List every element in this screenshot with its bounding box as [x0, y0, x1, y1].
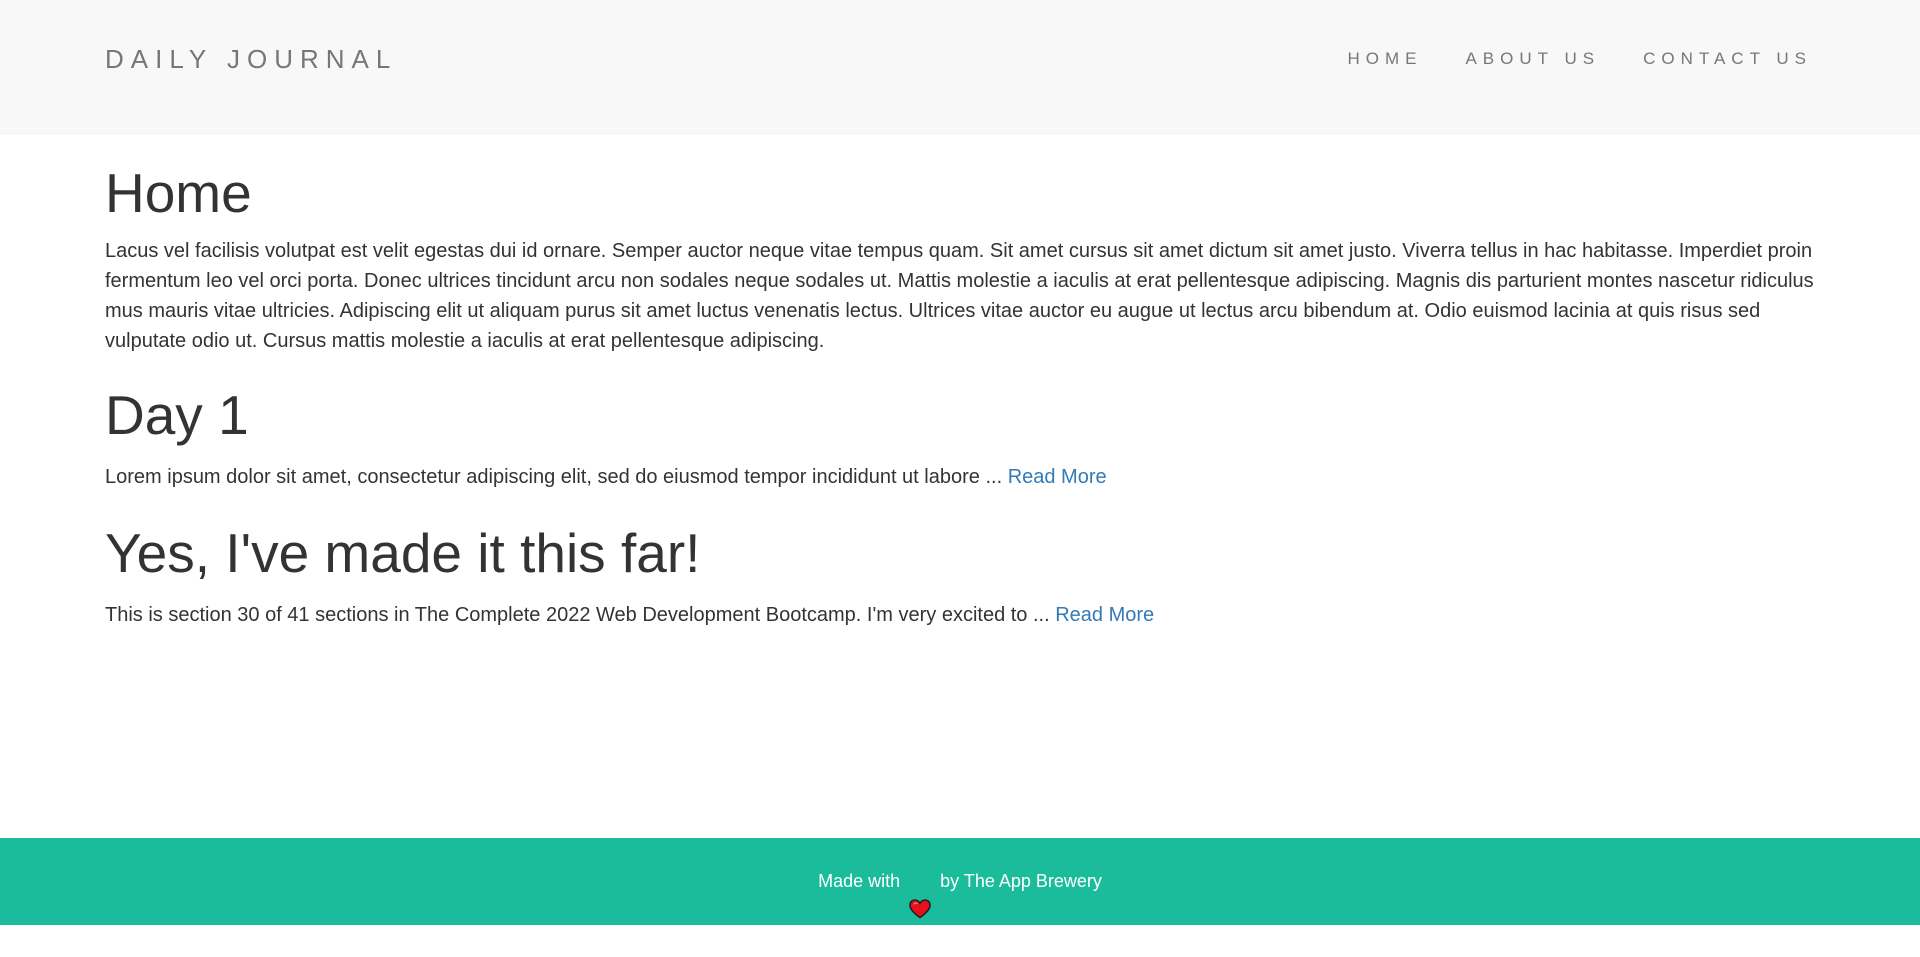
post-excerpt-paragraph: Lorem ipsum dolor sit amet, consectetur …: [105, 462, 1817, 492]
post-title: Yes, I've made it this far!: [105, 522, 701, 584]
brand-logo-link[interactable]: DAILY JOURNAL: [105, 44, 397, 74]
nav-item-about: ABOUT US: [1422, 48, 1600, 70]
post-excerpt: Lorem ipsum dolor sit amet, consectetur …: [105, 466, 1003, 488]
post-excerpt: This is section 30 of 41 sections in The…: [105, 604, 1050, 626]
footer-by-brewery: by The App Brewery: [940, 871, 1102, 891]
home-section: Home Lacus vel facilisis volutpat est ve…: [105, 160, 1817, 356]
page-title: Home: [105, 162, 252, 224]
nav-link-home[interactable]: HOME: [1347, 48, 1422, 70]
nav-link-about-us[interactable]: ABOUT US: [1465, 48, 1600, 70]
post-title: Day 1: [105, 384, 249, 446]
footer-made-with: Made with: [818, 871, 901, 891]
home-content: Lacus vel facilisis volutpat est velit e…: [105, 240, 1814, 352]
read-more-link[interactable]: Read More: [1055, 604, 1154, 626]
nav-item-contact: CONTACT US: [1600, 48, 1812, 70]
nav-links: HOME ABOUT US CONTACT US: [1304, 48, 1812, 70]
main-content: Home Lacus vel facilisis volutpat est ve…: [105, 160, 1817, 630]
read-more-link[interactable]: Read More: [1008, 466, 1107, 488]
post-yes-made-it: Yes, I've made it this far! This is sect…: [105, 520, 1817, 630]
footer: Made with by The App Brewery: [0, 838, 1920, 925]
nav-link-contact-us[interactable]: CONTACT US: [1643, 48, 1812, 70]
post-excerpt-paragraph: This is section 30 of 41 sections in The…: [105, 600, 1817, 630]
heart-icon: [909, 870, 931, 919]
navbar: DAILY JOURNAL HOME ABOUT US CONTACT US: [0, 0, 1920, 134]
nav-item-home: HOME: [1304, 48, 1422, 70]
post-day-1: Day 1 Lorem ipsum dolor sit amet, consec…: [105, 382, 1817, 492]
